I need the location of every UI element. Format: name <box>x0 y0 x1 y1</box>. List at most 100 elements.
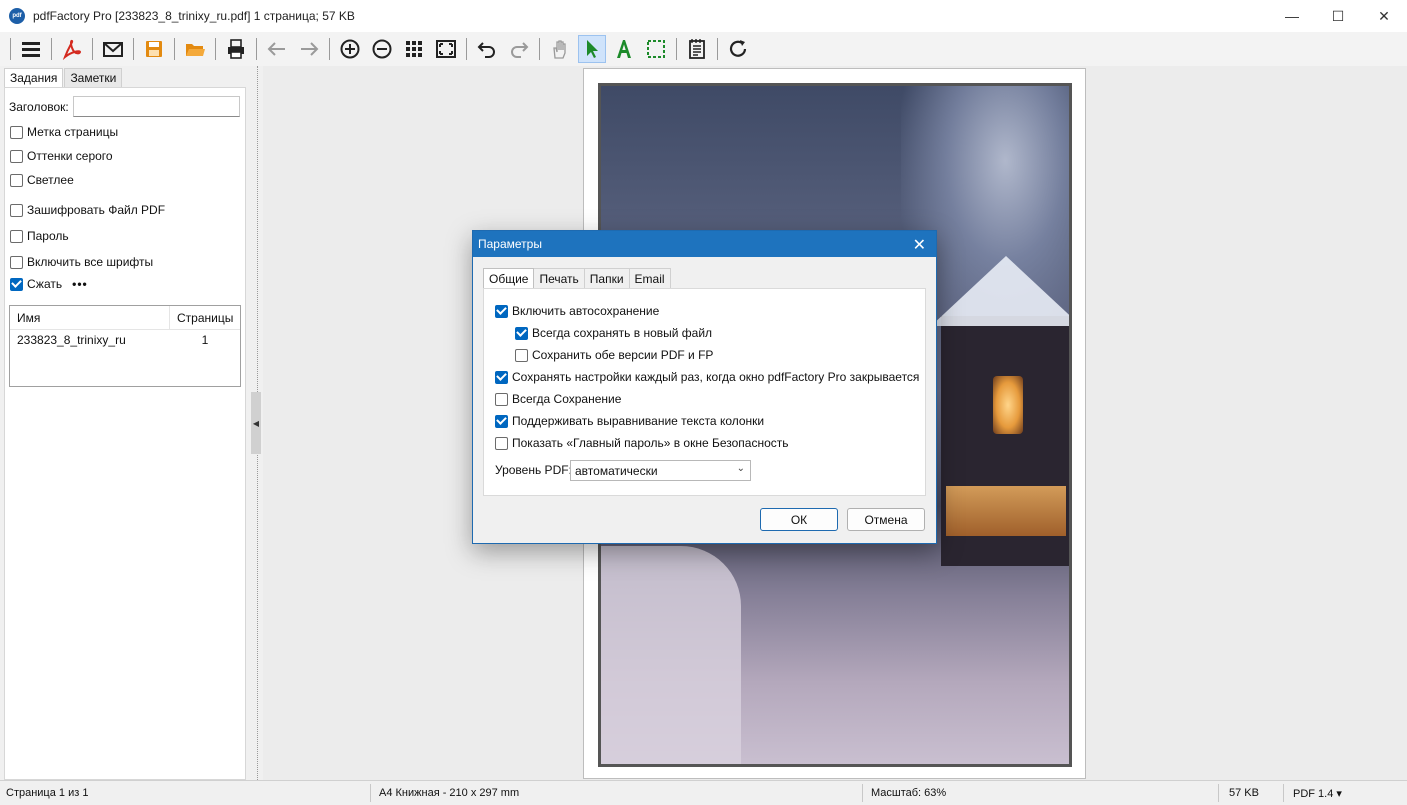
toolbar-separator <box>215 38 216 60</box>
option-embed-fonts[interactable]: Включить все шрифты <box>10 255 153 269</box>
select-rect-icon[interactable] <box>642 35 670 63</box>
undo-icon[interactable] <box>473 35 501 63</box>
option-label: Сохранять настройки каждый раз, когда ок… <box>512 370 920 384</box>
minimize-icon[interactable]: — <box>1269 0 1315 32</box>
option-label: Включить все шрифты <box>27 255 154 269</box>
refresh-icon[interactable] <box>724 35 752 63</box>
zoom-in-icon[interactable] <box>336 35 364 63</box>
tab-jobs[interactable]: Задания <box>4 68 64 88</box>
tab-email[interactable]: Email <box>628 268 671 289</box>
pdf-level-value: автоматически <box>575 463 658 478</box>
hand-icon[interactable] <box>546 35 574 63</box>
status-bar: Страница 1 из 1 A4 Книжная - 210 x 297 m… <box>0 780 1407 805</box>
dialog-tabs: Общие Печать Папки Email <box>483 268 671 290</box>
checkbox[interactable] <box>10 255 23 269</box>
tab-print[interactable]: Печать <box>533 268 585 289</box>
text-tool-icon[interactable] <box>610 35 638 63</box>
option-always-save[interactable]: Всегда Сохранение <box>495 392 621 406</box>
pdf-icon[interactable] <box>58 35 86 63</box>
toolbar-separator <box>466 38 467 60</box>
job-pages: 1 <box>201 333 209 347</box>
print-icon[interactable] <box>222 35 250 63</box>
option-password[interactable]: Пароль <box>10 229 69 243</box>
option-page-label[interactable]: Метка страницы <box>10 125 118 139</box>
checkbox[interactable] <box>10 149 23 163</box>
column-header-pages[interactable]: Страницы <box>170 311 233 325</box>
jobs-list[interactable]: Имя Страницы 233823_8_trinixy_ru 1 <box>9 305 241 387</box>
tab-notes[interactable]: Заметки <box>64 68 123 88</box>
status-size: 57 KB <box>1229 787 1259 799</box>
back-arrow-icon[interactable] <box>263 35 291 63</box>
toolbar-separator <box>174 38 175 60</box>
maximize-icon[interactable]: ☐ <box>1315 0 1361 32</box>
toolbar-separator <box>539 38 540 60</box>
tab-folders[interactable]: Папки <box>583 268 630 289</box>
cancel-button[interactable]: Отмена <box>847 508 925 531</box>
checkbox-checked[interactable] <box>495 304 508 318</box>
panel-splitter[interactable]: ◀ <box>250 66 263 780</box>
zoom-out-icon[interactable] <box>368 35 396 63</box>
grid-icon[interactable] <box>400 35 428 63</box>
mail-icon[interactable] <box>99 35 127 63</box>
option-lighter[interactable]: Светлее <box>10 173 74 187</box>
column-header-name[interactable]: Имя <box>10 305 170 330</box>
image-lantern <box>993 376 1023 434</box>
notes-icon[interactable] <box>683 35 711 63</box>
more-options-button[interactable]: ••• <box>72 277 88 291</box>
ok-button[interactable]: ОК <box>760 508 838 531</box>
toolbar-separator <box>10 38 11 60</box>
save-icon[interactable] <box>140 35 168 63</box>
option-compress[interactable]: Сжать ••• <box>10 277 88 291</box>
close-icon[interactable]: ✕ <box>913 235 926 255</box>
title-input[interactable] <box>72 96 240 117</box>
checkbox-checked[interactable] <box>515 326 528 340</box>
option-autosave[interactable]: Включить автосохранение <box>495 304 659 318</box>
checkbox-checked[interactable] <box>495 370 508 384</box>
left-panel-tabs: Задания Заметки <box>4 68 123 88</box>
checkbox[interactable] <box>10 125 23 139</box>
option-encrypt[interactable]: Зашифровать Файл PDF <box>10 203 165 217</box>
title-label: Заголовок: <box>9 99 69 114</box>
redo-icon[interactable] <box>505 35 533 63</box>
option-label: Метка страницы <box>27 125 119 139</box>
option-label: Пароль <box>27 229 69 243</box>
pointer-icon[interactable] <box>578 35 606 63</box>
chevron-down-icon: ⌄ <box>736 463 745 474</box>
toolbar-separator <box>717 38 718 60</box>
option-save-new-file[interactable]: Всегда сохранять в новый файл <box>515 326 712 340</box>
checkbox[interactable] <box>10 229 23 243</box>
tab-general[interactable]: Общие <box>483 268 535 290</box>
close-icon[interactable]: ✕ <box>1361 0 1407 32</box>
fit-page-icon[interactable] <box>432 35 460 63</box>
pdf-level-select[interactable]: автоматически ⌄ <box>570 460 751 481</box>
menu-icon[interactable] <box>17 35 45 63</box>
title-bar: pdf pdfFactory Pro [233823_8_trinixy_ru.… <box>0 0 1407 32</box>
option-save-both[interactable]: Сохранить обе версии PDF и FP <box>515 348 713 362</box>
toolbar-separator <box>133 38 134 60</box>
checkbox-checked[interactable] <box>495 414 508 428</box>
option-grayscale[interactable]: Оттенки серого <box>10 149 113 163</box>
option-column-align[interactable]: Поддерживать выравнивание текста колонки <box>495 414 764 428</box>
pdf-version-dropdown[interactable]: PDF 1.4 ▾ <box>1293 781 1342 805</box>
app-icon: pdf <box>9 8 25 24</box>
open-folder-icon[interactable] <box>181 35 209 63</box>
option-label: Сохранить обе версии PDF и FP <box>532 348 714 362</box>
status-paper: A4 Книжная - 210 x 297 mm <box>379 787 520 799</box>
checkbox[interactable] <box>10 203 23 217</box>
jobs-list-header: Имя Страницы <box>10 305 240 330</box>
checkbox[interactable] <box>495 436 508 450</box>
checkbox-checked[interactable] <box>10 277 23 291</box>
forward-arrow-icon[interactable] <box>295 35 323 63</box>
collapse-panel-icon[interactable]: ◀ <box>251 392 261 454</box>
option-label: Всегда Сохранение <box>512 392 622 406</box>
window-controls: — ☐ ✕ <box>1269 0 1407 32</box>
status-page: Страница 1 из 1 <box>6 787 89 799</box>
checkbox[interactable] <box>10 173 23 187</box>
option-label: Сжать <box>27 277 63 291</box>
list-item[interactable]: 233823_8_trinixy_ru 1 <box>10 330 240 350</box>
option-save-settings[interactable]: Сохранять настройки каждый раз, когда ок… <box>495 370 919 384</box>
toolbar <box>0 32 1407 66</box>
option-master-password[interactable]: Показать «Главный пароль» в окне Безопас… <box>495 436 789 450</box>
checkbox[interactable] <box>495 392 508 406</box>
checkbox[interactable] <box>515 348 528 362</box>
